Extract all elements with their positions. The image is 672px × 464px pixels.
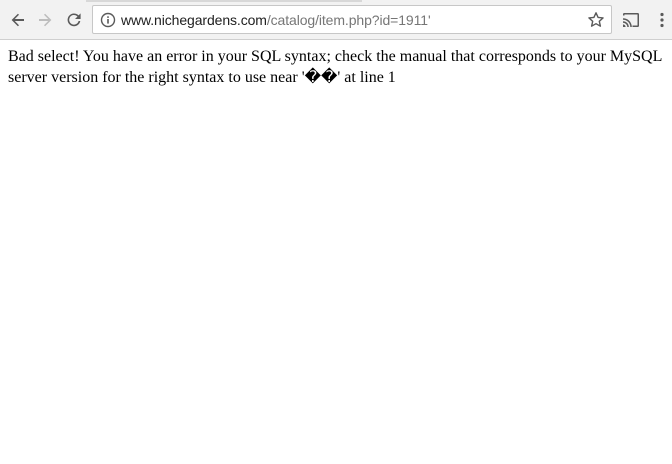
sql-error-message: Bad select! You have an error in your SQ…	[8, 48, 662, 86]
forward-arrow-icon	[39, 13, 52, 27]
forward-button[interactable]	[32, 7, 58, 33]
back-button[interactable]	[5, 7, 31, 33]
url-path: /catalog/item.php?id=1911'	[266, 12, 431, 28]
url-host: www.nichegardens.com	[121, 12, 267, 28]
cast-icon	[623, 13, 639, 27]
info-icon[interactable]	[100, 12, 116, 28]
browser-toolbar: www.nichegardens.com/catalog/item.php?id…	[0, 0, 672, 40]
cast-button[interactable]	[618, 7, 644, 33]
tab-strip-edge	[86, 0, 362, 2]
reload-button[interactable]	[61, 7, 87, 33]
star-icon[interactable]	[587, 11, 605, 29]
address-bar[interactable]: www.nichegardens.com/catalog/item.php?id…	[92, 5, 612, 34]
menu-dots-icon	[660, 12, 664, 28]
back-arrow-icon	[11, 13, 24, 27]
menu-button[interactable]	[652, 7, 672, 33]
reload-icon	[67, 13, 81, 27]
url-text[interactable]: www.nichegardens.com/catalog/item.php?id…	[121, 12, 431, 28]
